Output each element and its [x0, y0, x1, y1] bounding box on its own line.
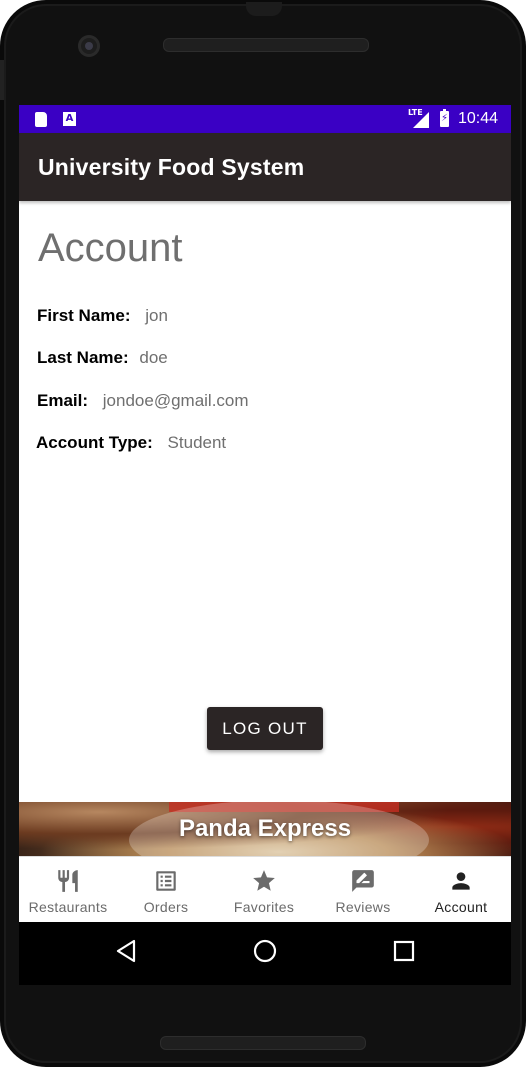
email-label: Email:: [37, 391, 89, 410]
first-name-label: First Name:: [37, 306, 131, 325]
screen: A LTE ⚡ 10:44 University Food System Acc…: [19, 105, 511, 985]
signal-icon: [413, 112, 429, 128]
status-bar: A LTE ⚡ 10:44: [19, 105, 511, 133]
logout-button[interactable]: LOG OUT: [207, 707, 323, 750]
nav-account[interactable]: Account: [412, 857, 510, 923]
list-icon: [156, 871, 176, 891]
restaurant-name: Panda Express: [178, 815, 352, 842]
last-name-label: Last Name:: [37, 348, 129, 367]
app-title: University Food System: [38, 154, 305, 180]
earpiece-speaker: [163, 38, 369, 52]
first-name-row: First Name: jon: [37, 306, 168, 326]
bottom-navigation: Restaurants Orders Favorites Reviews Acc…: [19, 856, 511, 923]
page-title: Account: [38, 226, 183, 270]
recents-icon[interactable]: [393, 940, 415, 962]
rate-review-icon: [352, 870, 374, 892]
restaurant-banner[interactable]: Panda Express: [19, 802, 511, 856]
system-navigation-bar: [19, 922, 511, 985]
bottom-speaker: [160, 1036, 366, 1050]
nav-favorites-label: Favorites: [233, 899, 295, 915]
back-icon[interactable]: [115, 939, 137, 963]
nav-restaurants[interactable]: Restaurants: [19, 857, 117, 923]
nav-orders-label: Orders: [143, 899, 189, 915]
phone-frame: A LTE ⚡ 10:44 University Food System Acc…: [0, 0, 526, 1067]
last-name-value: doe: [139, 348, 168, 367]
status-time: 10:44: [458, 110, 499, 127]
nav-reviews[interactable]: Reviews: [314, 857, 412, 923]
side-button: [0, 60, 4, 100]
account-type-label: Account Type:: [36, 433, 153, 452]
top-notch: [246, 2, 282, 16]
account-type-row: Account Type: Student: [36, 433, 226, 453]
email-row: Email: jondoe@gmail.com: [37, 391, 249, 411]
app-bar: University Food System: [19, 133, 511, 201]
star-icon: [253, 870, 275, 891]
last-name-row: Last Name: doe: [37, 348, 168, 368]
restaurant-icon: [58, 870, 78, 892]
account-type-value: Student: [167, 433, 227, 452]
nav-favorites[interactable]: Favorites: [215, 857, 313, 923]
nav-restaurants-label: Restaurants: [28, 899, 108, 915]
nav-account-label: Account: [434, 899, 488, 915]
person-icon: [452, 872, 470, 890]
nav-reviews-label: Reviews: [335, 899, 391, 915]
first-name-value: jon: [145, 306, 168, 325]
a-notification-icon: A: [63, 112, 76, 126]
front-camera: [78, 35, 100, 57]
email-value: jondoe@gmail.com: [102, 391, 249, 410]
battery-charging-icon: ⚡: [440, 109, 449, 127]
nav-orders[interactable]: Orders: [117, 857, 215, 923]
home-icon[interactable]: [253, 939, 277, 963]
sd-card-icon: [35, 112, 47, 127]
